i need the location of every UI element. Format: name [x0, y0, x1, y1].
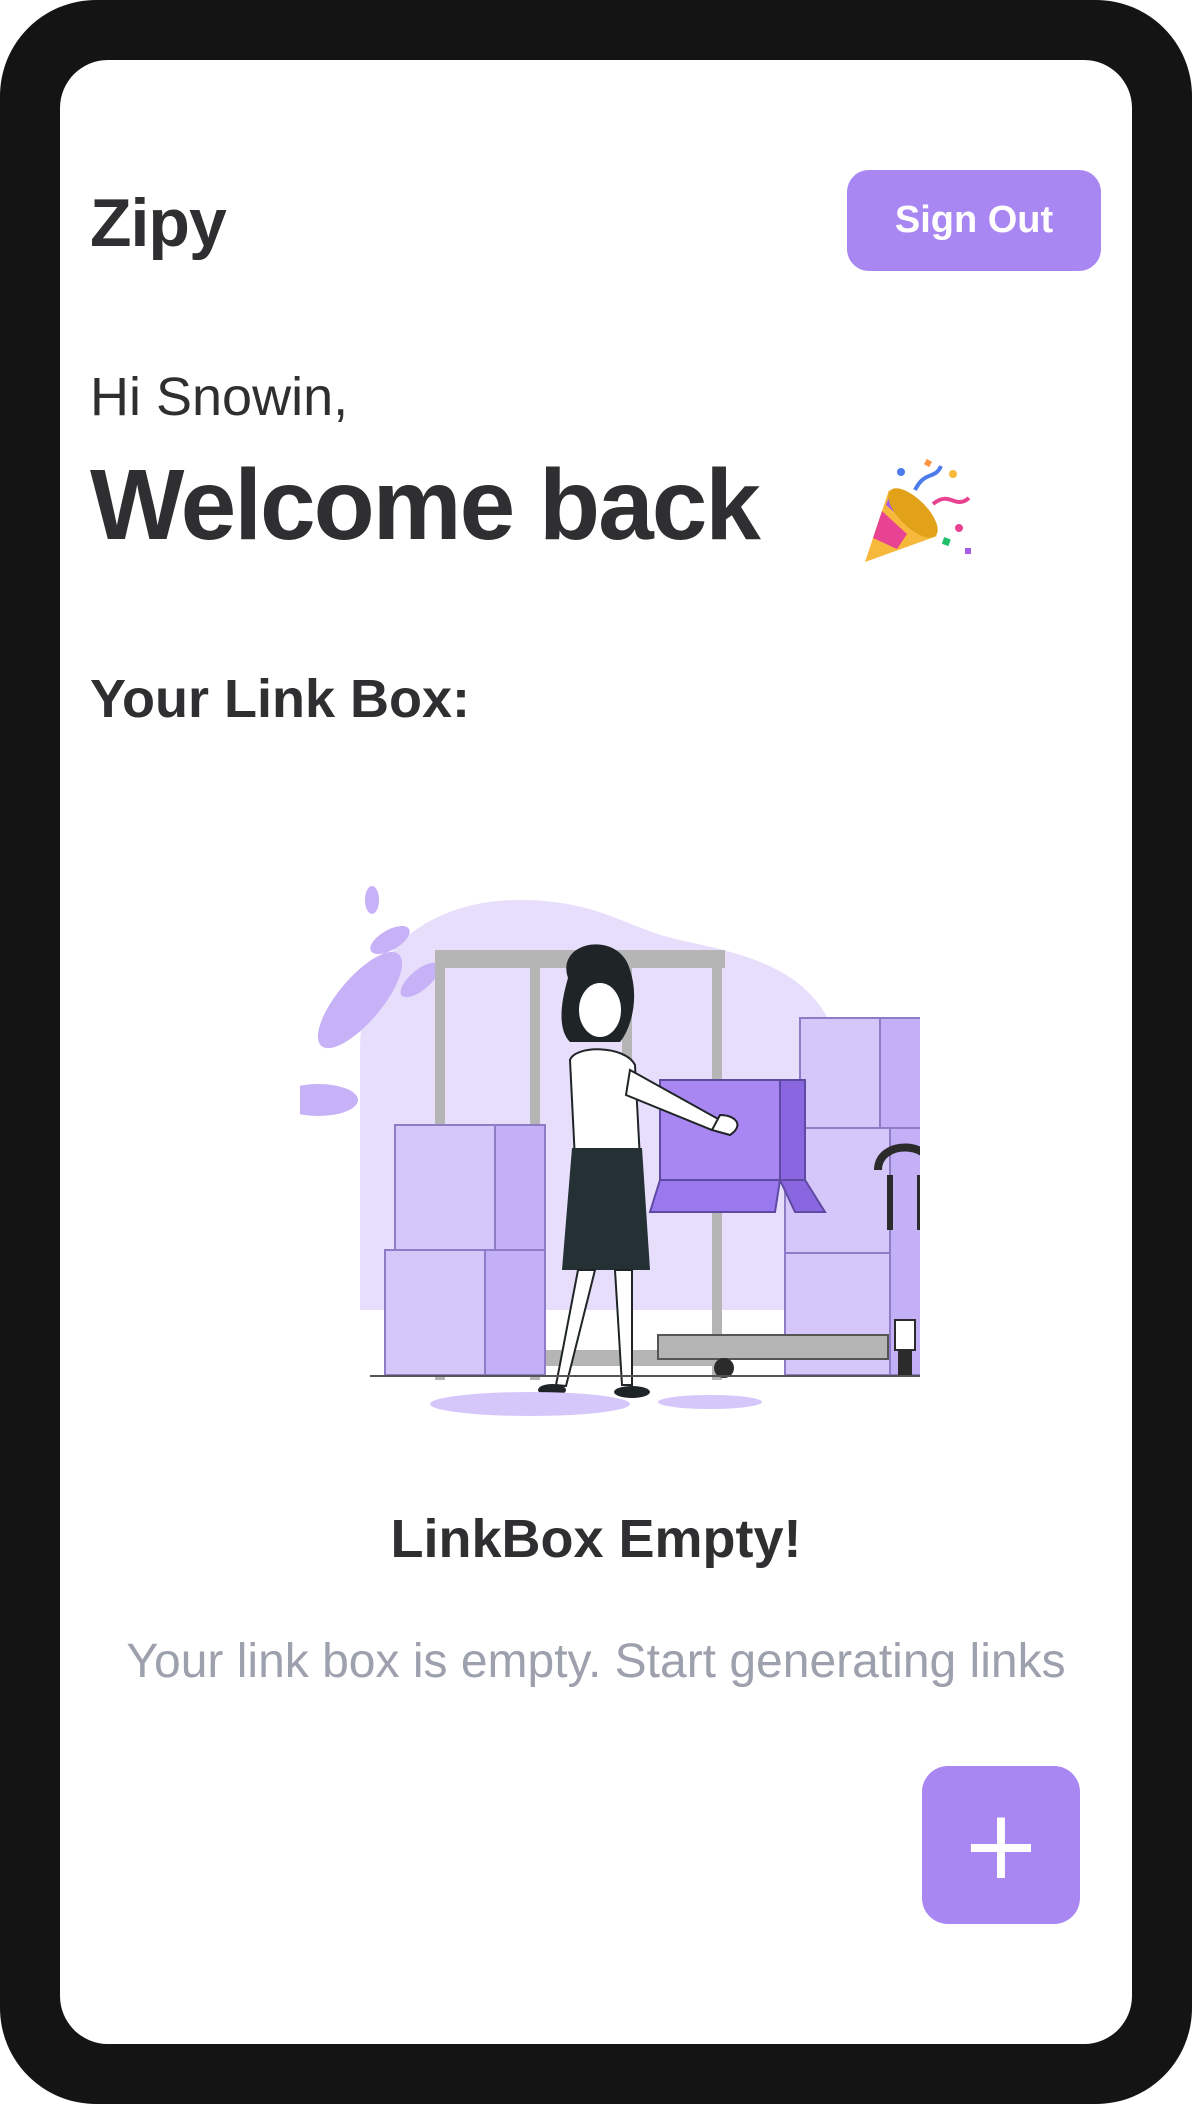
party-popper-icon — [865, 458, 971, 562]
greeting-text: Hi Snowin, — [90, 367, 349, 427]
app-logo: Zipy — [90, 185, 227, 261]
add-link-button[interactable]: + — [922, 1766, 1080, 1924]
sign-out-button[interactable]: Sign Out — [847, 170, 1101, 271]
empty-state-title: LinkBox Empty! — [390, 1509, 802, 1569]
empty-state-illustration — [300, 886, 920, 1416]
app-screen: Zipy Sign Out Hi Snowin, Welcome back Yo… — [60, 60, 1132, 2044]
device-frame: Zipy Sign Out Hi Snowin, Welcome back Yo… — [0, 0, 1192, 2104]
welcome-heading: Welcome back — [90, 449, 761, 561]
link-box-heading: Your Link Box: — [90, 669, 471, 729]
empty-state-description: Your link box is empty. Start generating… — [126, 1635, 1066, 1688]
